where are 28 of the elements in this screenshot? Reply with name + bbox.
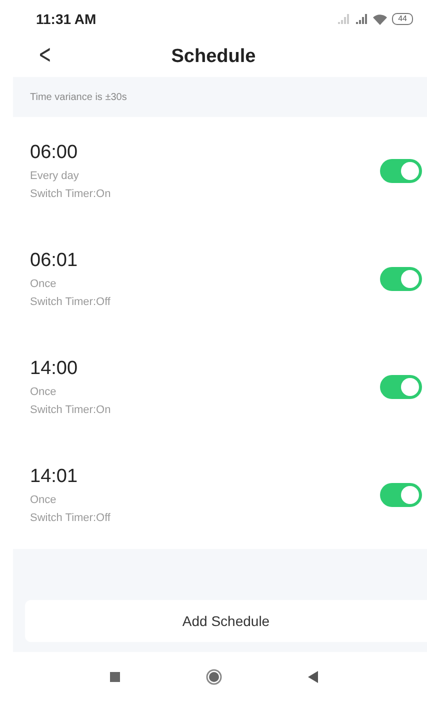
schedule-repeat: Every day [30, 170, 80, 182]
schedule-time: 06:01 [30, 250, 79, 272]
schedule-time: 06:00 [30, 142, 79, 164]
schedule-repeat: Once [30, 494, 58, 506]
add-schedule-button[interactable]: Add Schedule [25, 600, 427, 642]
back-icon[interactable] [308, 671, 318, 683]
toggle-switch[interactable] [380, 159, 422, 183]
toggle-switch[interactable] [380, 483, 422, 507]
page-title: Schedule [171, 46, 256, 68]
back-button[interactable]: < [36, 40, 54, 70]
wifi-icon [373, 14, 388, 24]
recents-icon[interactable] [110, 672, 120, 682]
toggle-switch[interactable] [380, 267, 422, 291]
schedule-repeat: Once [30, 386, 58, 398]
home-icon[interactable] [206, 669, 222, 685]
schedule-action: Switch Timer:Off [30, 296, 110, 308]
schedule-repeat: Once [30, 278, 58, 290]
battery-icon: 44 [392, 13, 413, 25]
schedule-action: Switch Timer:On [30, 404, 111, 416]
schedule-action: Switch Timer:On [30, 188, 111, 200]
schedule-time: 14:01 [30, 466, 79, 488]
signal-icon [337, 14, 350, 24]
status-time: 11:31 AM [36, 11, 96, 27]
schedule-time: 14:00 [30, 358, 79, 380]
toggle-switch[interactable] [380, 375, 422, 399]
schedule-action: Switch Timer:Off [30, 512, 110, 524]
signal-icon [355, 14, 368, 24]
notice-bar: Time variance is ±30s [13, 77, 427, 117]
